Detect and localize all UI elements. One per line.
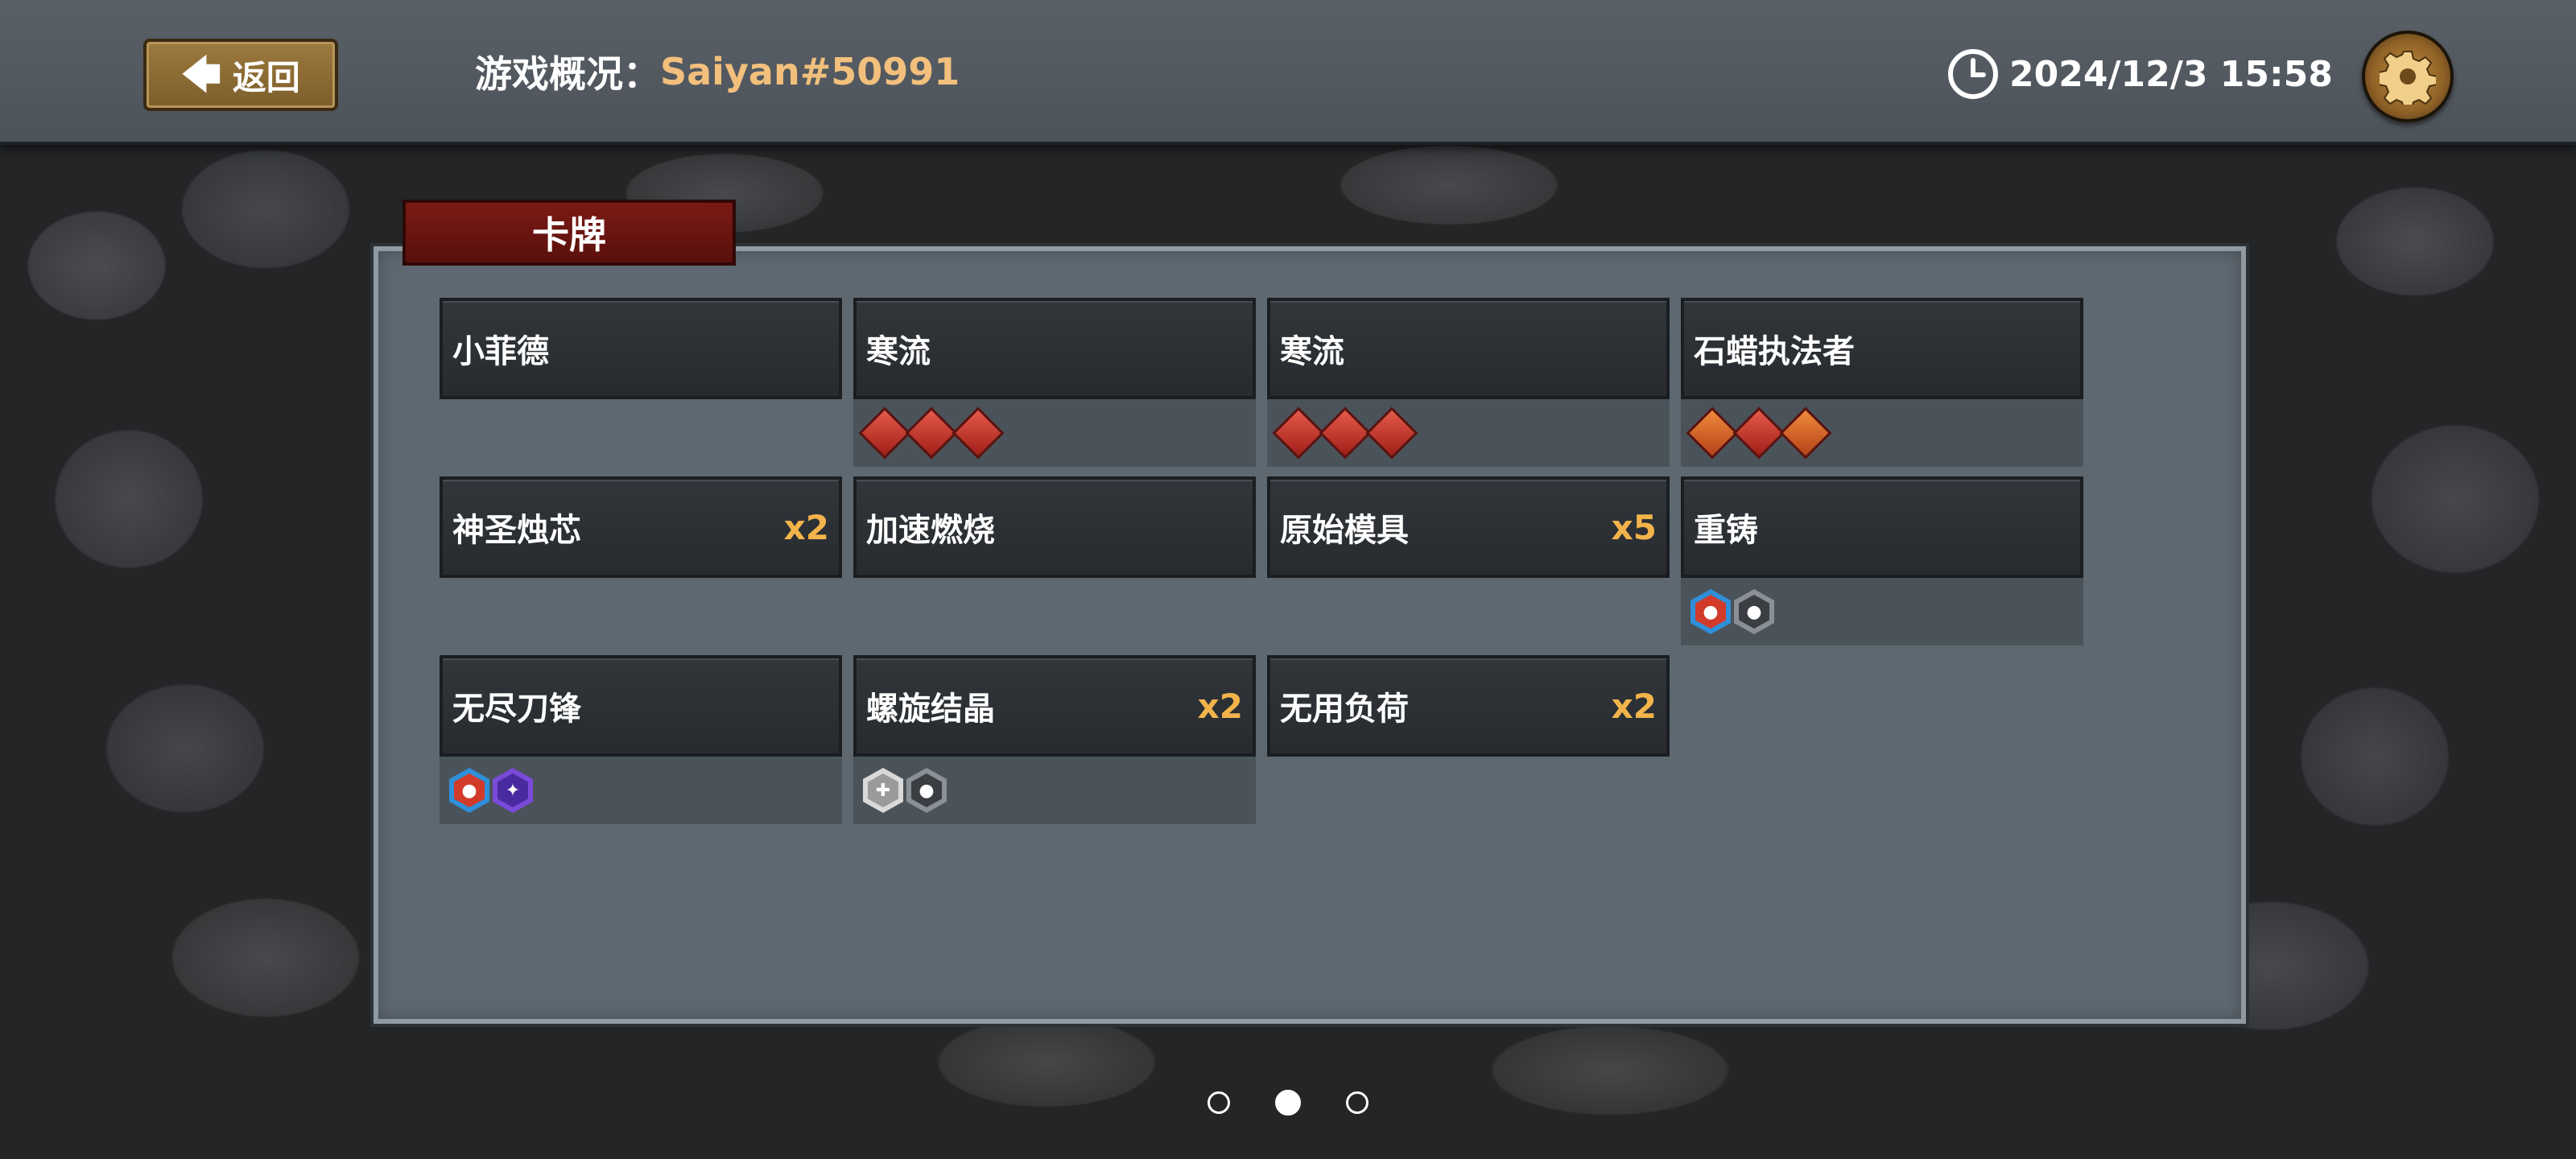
card-header: 神圣烛芯 x2 <box>440 476 842 578</box>
white-hex-icon: ✚ <box>863 768 903 813</box>
card-name: 原始模具 <box>1280 512 1409 549</box>
page-title: 游戏概况： Saiyan#50991 <box>475 43 960 100</box>
page-indicator <box>1208 1088 1368 1117</box>
red-diamond-icon <box>952 406 1005 460</box>
card-tag-row: ● ● <box>1681 578 2083 645</box>
red-diamond-icon <box>1319 406 1372 460</box>
card-item[interactable]: 无用负荷 x2 <box>1267 655 1670 757</box>
card-name: 加速燃烧 <box>866 512 995 549</box>
card-count: x2 <box>783 507 829 547</box>
blue-hex-icon: ● <box>449 768 489 813</box>
card-header: 无尽刀锋 <box>440 655 842 757</box>
red-diamond-icon <box>858 406 911 460</box>
dark-hex-icon: ● <box>906 768 947 813</box>
hex-glyph: ● <box>454 773 485 807</box>
card-header: 无用负荷 x2 <box>1267 655 1670 757</box>
datetime-display: 2024/12/3 15:58 <box>1946 42 2333 106</box>
purple-hex-icon: ✦ <box>493 768 533 813</box>
red-diamond-icon <box>1732 406 1785 460</box>
back-button-label: 返回 <box>232 57 300 97</box>
card-item[interactable]: 重铸 ● ● <box>1681 476 2083 645</box>
card-tag-row <box>1267 399 1670 467</box>
card-name: 寒流 <box>1280 333 1344 370</box>
card-tag-row <box>853 399 1256 467</box>
back-button[interactable]: 🡄 返回 <box>143 39 338 111</box>
card-item[interactable]: 石蜡执法者 <box>1681 298 2083 467</box>
player-name: Saiyan#50991 <box>660 50 960 93</box>
tab-cards-label: 卡牌 <box>532 213 606 257</box>
page-dot-2[interactable] <box>1275 1090 1301 1116</box>
card-tag-row <box>1681 399 2083 467</box>
card-item[interactable]: 神圣烛芯 x2 <box>440 476 842 578</box>
card-name: 寒流 <box>866 333 931 370</box>
card-item[interactable]: 加速燃烧 <box>853 476 1256 578</box>
card-item[interactable]: 螺旋结晶 x2 ✚ ● <box>853 655 1256 824</box>
arrow-left-icon: 🡄 <box>181 52 221 97</box>
card-tag-row: ● ✦ <box>440 757 842 824</box>
dark-hex-icon: ● <box>1734 589 1774 634</box>
card-header: 重铸 <box>1681 476 2083 578</box>
card-count: x2 <box>1611 686 1657 726</box>
orange-diamond-icon <box>1686 406 1739 460</box>
red-diamond-icon <box>1365 406 1418 460</box>
page-dot-3[interactable] <box>1346 1091 1368 1114</box>
card-count: x5 <box>1611 507 1657 547</box>
card-name: 无用负荷 <box>1280 691 1409 728</box>
red-diamond-icon <box>1272 406 1325 460</box>
card-name: 石蜡执法者 <box>1694 333 1855 370</box>
hex-glyph: ● <box>1739 595 1769 629</box>
card-name: 重铸 <box>1694 512 1758 549</box>
hex-glyph: ✚ <box>868 773 898 807</box>
datetime-text: 2024/12/3 15:58 <box>2009 53 2333 95</box>
blue-hex-icon: ● <box>1690 589 1731 634</box>
card-count: x2 <box>1197 686 1243 726</box>
card-header: 原始模具 x5 <box>1267 476 1670 578</box>
top-bar: 🡄 返回 游戏概况： Saiyan#50991 2024/12/3 15:58 <box>0 0 2576 145</box>
card-header: 寒流 <box>853 298 1256 399</box>
card-name: 无尽刀锋 <box>452 691 581 728</box>
card-header: 石蜡执法者 <box>1681 298 2083 399</box>
red-diamond-icon <box>905 406 958 460</box>
hex-glyph: ● <box>1695 595 1726 629</box>
card-name: 螺旋结晶 <box>866 691 995 728</box>
card-tag-row: ✚ ● <box>853 757 1256 824</box>
card-header: 螺旋结晶 x2 <box>853 655 1256 757</box>
card-name: 神圣烛芯 <box>452 512 581 549</box>
card-item[interactable]: 寒流 <box>1267 298 1670 467</box>
card-header: 寒流 <box>1267 298 1670 399</box>
card-item[interactable]: 小菲德 <box>440 298 842 399</box>
card-header: 小菲德 <box>440 298 842 399</box>
card-header: 加速燃烧 <box>853 476 1256 578</box>
card-item[interactable]: 寒流 <box>853 298 1256 467</box>
hex-glyph: ✦ <box>497 773 528 807</box>
card-item[interactable]: 无尽刀锋 ● ✦ <box>440 655 842 824</box>
orange-diamond-icon <box>1779 406 1832 460</box>
title-label: 游戏概况： <box>475 52 660 96</box>
settings-button[interactable] <box>2362 31 2454 122</box>
tab-cards[interactable]: 卡牌 <box>402 200 736 266</box>
page-dot-1[interactable] <box>1208 1091 1230 1114</box>
clock-icon <box>1948 49 1998 99</box>
gear-icon <box>2380 51 2436 105</box>
hex-glyph: ● <box>911 773 942 807</box>
card-name: 小菲德 <box>452 333 549 370</box>
card-item[interactable]: 原始模具 x5 <box>1267 476 1670 578</box>
